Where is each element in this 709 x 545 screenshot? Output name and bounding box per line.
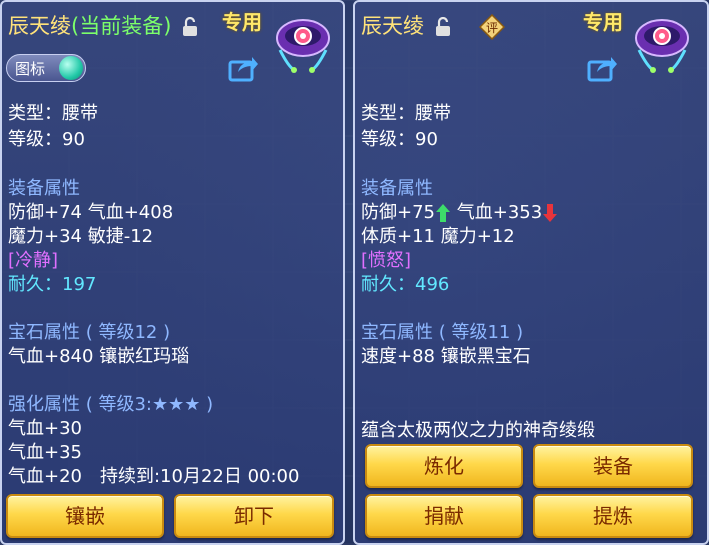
donate-button[interactable]: 捐献 bbox=[365, 494, 523, 538]
rating-label: 评 bbox=[486, 21, 498, 35]
level-line: 等级：90 bbox=[361, 129, 438, 150]
attr-hp: 气血+353 bbox=[456, 202, 543, 223]
gem-line: 速度+88 镶嵌黑宝石 bbox=[361, 346, 531, 367]
lock-open-icon[interactable] bbox=[182, 17, 198, 37]
enhance-line-1: 气血+30 bbox=[8, 418, 82, 439]
attr-defense: 防御+75 bbox=[361, 202, 435, 223]
equip-button[interactable]: 装备 bbox=[533, 444, 693, 488]
enhance-header: 强化属性 ( 等级3:★★★ ) bbox=[8, 394, 214, 415]
gem-line: 气血+840 镶嵌红玛瑙 bbox=[8, 346, 190, 367]
special-label: 专用 bbox=[583, 10, 623, 34]
inlay-button[interactable]: 镶嵌 bbox=[6, 494, 164, 538]
icon-toggle[interactable]: 图标 bbox=[6, 54, 86, 82]
refine-button[interactable]: 炼化 bbox=[365, 444, 523, 488]
item-name: 辰天绫 bbox=[361, 14, 424, 38]
equipped-item-panel: 辰天绫(当前装备) 专用 图标 类型：腰带 等级：90 装备属性 防御+74 气… bbox=[0, 0, 345, 545]
special-trait: [冷静] bbox=[8, 250, 59, 271]
level-line: 等级：90 bbox=[8, 129, 85, 150]
arrow-up-icon bbox=[436, 204, 450, 222]
gem-header: 宝石属性 ( 等级11 ) bbox=[361, 322, 524, 343]
attr-line-1: 防御+74 气血+408 bbox=[8, 202, 174, 223]
extract-button[interactable]: 提炼 bbox=[533, 494, 693, 538]
durability: 耐久：197 bbox=[8, 274, 97, 295]
item-description: 蕴含太极两仪之力的神奇绫缎 bbox=[361, 420, 595, 441]
equip-attr-header: 装备属性 bbox=[361, 178, 433, 199]
type-line: 类型：腰带 bbox=[8, 103, 98, 124]
attr-line-1: 防御+75 气血+353 bbox=[361, 198, 558, 224]
durability: 耐久：496 bbox=[361, 274, 450, 295]
share-icon[interactable] bbox=[587, 54, 617, 82]
compare-item-panel: 辰天绫 评 专用 类型：腰带 等级：90 装备属性 防御+75 气血+353 体… bbox=[353, 0, 709, 545]
arrow-down-icon bbox=[543, 204, 558, 222]
special-trait: [愤怒] bbox=[361, 250, 412, 271]
lock-open-icon[interactable] bbox=[435, 17, 451, 37]
icon-toggle-label: 图标 bbox=[15, 60, 46, 78]
enhance-line-3: 气血+20 持续到:10月22日 00:00 bbox=[8, 466, 300, 487]
equipped-tag: (当前装备) bbox=[71, 14, 172, 38]
type-line: 类型：腰带 bbox=[361, 103, 451, 124]
rating-badge-icon[interactable]: 评 bbox=[478, 13, 506, 41]
item-title: 辰天绫(当前装备) bbox=[8, 10, 198, 40]
item-name: 辰天绫 bbox=[8, 14, 71, 38]
gem-header: 宝石属性 ( 等级12 ) bbox=[8, 322, 171, 343]
share-icon[interactable] bbox=[228, 54, 258, 82]
attr-line-2: 魔力+34 敏捷-12 bbox=[8, 226, 154, 247]
unequip-button[interactable]: 卸下 bbox=[174, 494, 334, 538]
attr-line-2: 体质+11 魔力+12 bbox=[361, 226, 515, 247]
toggle-knob bbox=[59, 56, 83, 80]
belt-item-icon bbox=[635, 19, 689, 73]
equip-attr-header: 装备属性 bbox=[8, 178, 80, 199]
enhance-line-2: 气血+35 bbox=[8, 442, 82, 463]
special-label: 专用 bbox=[222, 10, 262, 34]
item-title: 辰天绫 bbox=[361, 10, 451, 40]
belt-item-icon bbox=[276, 19, 330, 73]
